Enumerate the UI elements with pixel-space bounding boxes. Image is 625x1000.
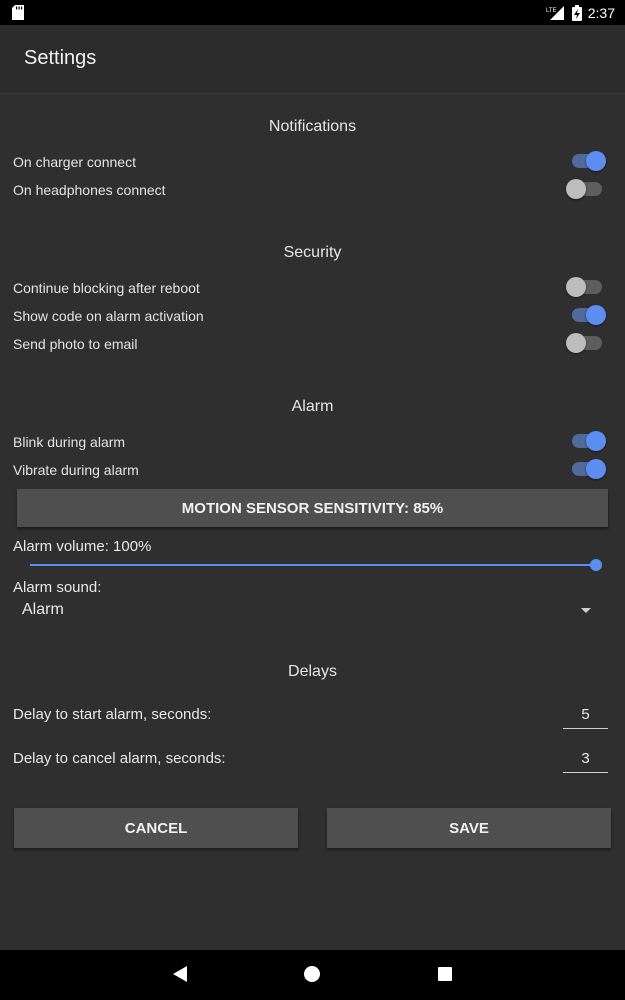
- section-title-alarm: Alarm: [291, 398, 334, 415]
- alarm-volume-slider-thumb[interactable]: [590, 559, 602, 571]
- switch-on-headphones-connect[interactable]: [566, 177, 606, 201]
- alarm-volume-label: Alarm volume: 100%: [13, 538, 152, 555]
- dropdown-arrow-icon[interactable]: [581, 608, 591, 613]
- delay-cancel-label: Delay to cancel alarm, seconds:: [13, 750, 226, 767]
- switch-on-charger-connect[interactable]: [566, 149, 606, 173]
- lte-signal-icon: LTE: [546, 5, 564, 20]
- section-title-notifications: Notifications: [268, 118, 357, 135]
- motion-sensor-sensitivity-button[interactable]: MOTION SENSOR SENSITIVITY: 85%: [17, 489, 608, 527]
- label-on-headphones-connect: On headphones connect: [13, 182, 166, 198]
- switch-continue-blocking-after-reboot[interactable]: [566, 275, 606, 299]
- alarm-sound-label: Alarm sound:: [13, 579, 102, 596]
- delay-start-label: Delay to start alarm, seconds:: [13, 706, 212, 723]
- label-on-charger-connect: On charger connect: [13, 154, 136, 170]
- status-bar: LTE 2:37: [0, 0, 625, 25]
- save-button[interactable]: SAVE: [327, 808, 611, 848]
- section-title-delays: Delays: [288, 663, 337, 680]
- app-bar: Settings: [0, 25, 625, 94]
- section-title-security: Security: [283, 244, 342, 261]
- home-icon[interactable]: [304, 966, 320, 982]
- label-vibrate-during-alarm: Vibrate during alarm: [13, 462, 139, 478]
- recents-icon[interactable]: [438, 967, 452, 981]
- status-time: 2:37: [587, 4, 615, 21]
- switch-show-code-on-alarm-activation[interactable]: [566, 303, 606, 327]
- label-blink-during-alarm: Blink during alarm: [13, 434, 126, 450]
- alarm-volume-slider-track[interactable]: [30, 564, 596, 566]
- switch-vibrate-during-alarm[interactable]: [566, 457, 606, 481]
- cancel-button[interactable]: CANCEL: [14, 808, 298, 848]
- delay-start-field[interactable]: 5: [563, 702, 608, 729]
- back-icon[interactable]: [173, 966, 187, 982]
- page-title: Settings: [24, 47, 97, 69]
- label-continue-blocking-after-reboot: Continue blocking after reboot: [13, 280, 200, 296]
- label-send-photo-to-email: Send photo to email: [13, 336, 138, 352]
- switch-send-photo-to-email[interactable]: [566, 331, 606, 355]
- sd-card-icon: [12, 5, 24, 20]
- battery-charging-icon: [571, 4, 582, 21]
- switch-blink-during-alarm[interactable]: [566, 429, 606, 453]
- alarm-sound-value[interactable]: Alarm: [22, 601, 64, 619]
- label-show-code-on-alarm-activation: Show code on alarm activation: [13, 308, 204, 324]
- svg-text:LTE: LTE: [546, 8, 557, 14]
- delay-cancel-field[interactable]: 3: [563, 746, 608, 773]
